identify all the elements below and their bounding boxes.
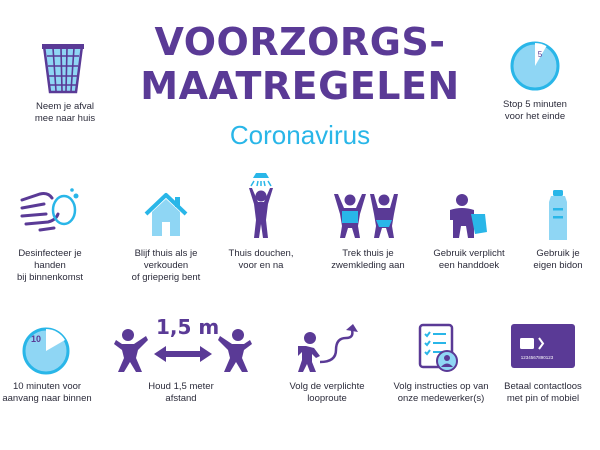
card-number: 1234567890123: [521, 355, 554, 360]
clock-5-icon: 5: [510, 41, 560, 91]
clock-10-label: 10: [31, 334, 41, 344]
walking-route-icon: [298, 324, 358, 372]
trash-basket-icon: [42, 44, 84, 94]
caption-route: Volg de verplichte looproute: [289, 381, 365, 404]
clock-5-label: 5: [538, 50, 543, 59]
caption-stay-home: Blijf thuis als je verkouden of grieperig…: [131, 248, 201, 283]
caption-shower: Thuis douchen, voor en na: [228, 248, 294, 271]
caption-distance: Houd 1,5 meter afstand: [148, 381, 214, 404]
caption-arrive: 10 minuten voor aanvang naar binnen: [2, 381, 92, 404]
caption-disinfect: Desinfecteer je handen bij binnenkomst: [16, 248, 83, 283]
caption-payment: Betaal contactloos met pin of mobiel: [504, 381, 582, 404]
caption-bottle: Gebruik je eigen bidon: [533, 248, 583, 271]
caption-instructions: Volg instructies op van onze medewerker(s…: [393, 381, 489, 404]
distance-icon: [114, 329, 252, 372]
clock-10-icon: 10: [22, 327, 70, 375]
water-bottle-icon: [549, 190, 567, 240]
house-icon: [144, 193, 188, 236]
instructions-clipboard-icon: [418, 323, 458, 372]
caption-trash: Neem je afval mee naar huis: [34, 101, 96, 124]
shower-icon: [249, 173, 273, 238]
caption-swimwear: Trek thuis je zwemkleding aan: [331, 248, 405, 271]
caption-towel: Gebruik verplicht een handdoek: [433, 248, 505, 271]
caption-stop: Stop 5 minuten voor het einde: [503, 99, 567, 122]
towel-icon: [450, 194, 487, 238]
contactless-card-icon: 1234567890123: [511, 324, 575, 368]
swimwear-icon: [334, 194, 398, 238]
washing-hands-icon: [20, 188, 79, 232]
